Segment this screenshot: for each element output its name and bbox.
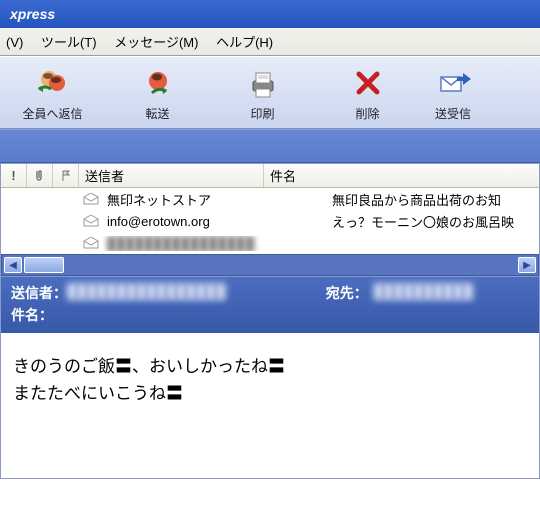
preview-pane: 送信者： ████████████████ 宛先： ██████████ 件名：…	[0, 277, 540, 479]
row-sender: info@erotown.org	[103, 214, 328, 229]
sendrecv-icon	[435, 65, 471, 101]
envelope-open-icon	[79, 215, 103, 227]
row-subject: 無印良品から商品出荷のお知	[328, 190, 539, 209]
forward-label: 転送	[145, 105, 169, 122]
horizontal-scrollbar[interactable]: ◀ ▶	[1, 254, 539, 276]
scroll-right-arrow[interactable]: ▶	[518, 257, 536, 273]
column-flag[interactable]	[53, 164, 79, 187]
envelope-open-icon	[79, 193, 103, 205]
forward-icon	[140, 65, 176, 101]
row-subject: えっ？モーニン〇娘のお風呂映	[328, 212, 539, 231]
sendrecv-button[interactable]: 送受信	[420, 65, 473, 122]
column-priority[interactable]: !	[1, 164, 27, 187]
message-list: ! 送信者 件名 無印ネットストア 無印良品から商品出荷のお知 info@ero…	[0, 163, 540, 277]
body-line: またたべにいこうね〓	[13, 380, 527, 407]
column-sender[interactable]: 送信者	[79, 164, 264, 187]
table-row[interactable]: 無印ネットストア 無印良品から商品出荷のお知	[1, 188, 539, 210]
forward-button[interactable]: 転送	[105, 65, 210, 122]
menu-help[interactable]: ヘルプ(H)	[216, 35, 273, 50]
window-title: xpress	[0, 0, 540, 28]
column-attachment[interactable]	[27, 164, 53, 187]
reply-all-button[interactable]: 全員へ返信	[0, 65, 105, 122]
row-sender: 無印ネットストア	[103, 190, 328, 209]
table-row[interactable]: ████████████████.	[1, 232, 539, 254]
to-value: ██████████	[374, 283, 529, 303]
from-label: 送信者：	[11, 283, 67, 303]
delete-button[interactable]: 削除	[315, 65, 420, 122]
envelope-open-icon	[79, 237, 103, 249]
print-button[interactable]: 印刷	[210, 65, 315, 122]
to-label: 宛先：	[326, 283, 374, 303]
delete-icon	[350, 65, 386, 101]
body-line: きのうのご飯〓、おいしかったね〓	[13, 353, 527, 380]
menu-tool[interactable]: ツール(T)	[41, 35, 97, 50]
folder-band	[0, 129, 540, 163]
delete-label: 削除	[355, 105, 379, 122]
preview-header: 送信者： ████████████████ 宛先： ██████████ 件名：	[1, 277, 539, 333]
table-row[interactable]: info@erotown.org えっ？モーニン〇娘のお風呂映	[1, 210, 539, 232]
scroll-left-arrow[interactable]: ◀	[4, 257, 22, 273]
toolbar: 全員へ返信 転送 印刷 削除 送受信	[0, 56, 540, 129]
menu-message[interactable]: メッセージ(M)	[114, 35, 198, 50]
menu-view[interactable]: (V)	[6, 35, 23, 50]
message-body: きのうのご飯〓、おいしかったね〓 またたべにいこうね〓	[1, 333, 539, 478]
row-sender: ████████████████.	[103, 236, 328, 251]
print-label: 印刷	[250, 105, 274, 122]
reply-all-label: 全員へ返信	[22, 105, 82, 122]
list-header: ! 送信者 件名	[1, 164, 539, 188]
menu-bar: (V) ツール(T) メッセージ(M) ヘルプ(H)	[0, 28, 540, 56]
reply-all-icon	[35, 65, 71, 101]
from-value: ████████████████	[67, 283, 326, 303]
print-icon	[245, 65, 281, 101]
paperclip-icon	[34, 169, 46, 183]
sendrecv-label: 送受信	[435, 105, 471, 122]
flag-icon	[60, 170, 72, 182]
scroll-thumb[interactable]	[24, 257, 64, 273]
subject-label: 件名：	[11, 305, 67, 325]
column-subject[interactable]: 件名	[264, 164, 539, 187]
